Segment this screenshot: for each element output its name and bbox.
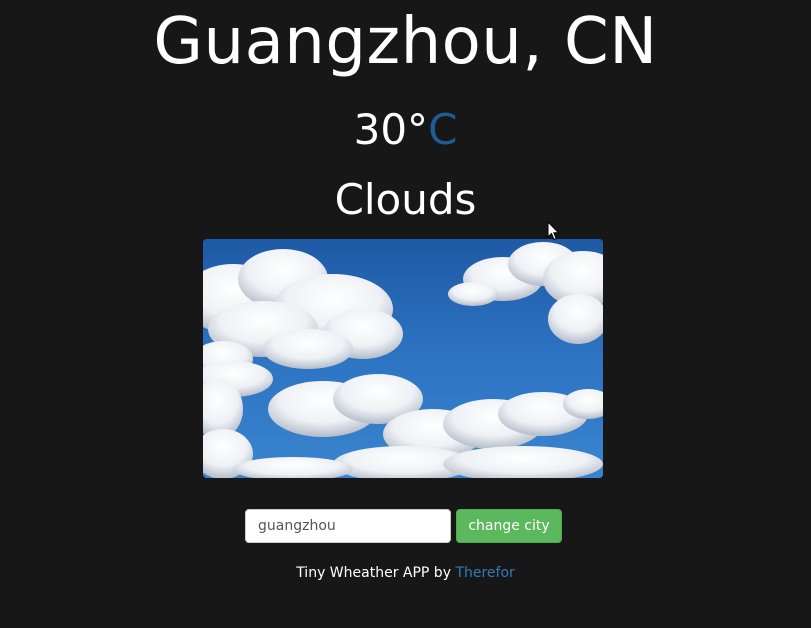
weather-image [203,239,603,478]
weather-app: Guangzhou, CN 30°C Clouds guangzhou chan… [0,0,811,628]
weather-condition: Clouds [334,175,477,224]
temperature-display: 30°C [0,104,811,156]
city-input[interactable] [245,509,451,543]
change-city-button[interactable]: change city [456,509,562,543]
change-city-form: change city [0,509,811,543]
mouse-pointer-icon [547,221,560,241]
footer: Tiny Wheather APP by Therefor [0,563,811,583]
temperature-value: 30° [353,105,429,154]
city-title: Guangzhou, CN [153,5,658,79]
author-link[interactable]: Therefor [455,565,514,581]
temperature-unit: C [428,105,458,154]
footer-text: Tiny Wheather APP by [296,565,451,581]
